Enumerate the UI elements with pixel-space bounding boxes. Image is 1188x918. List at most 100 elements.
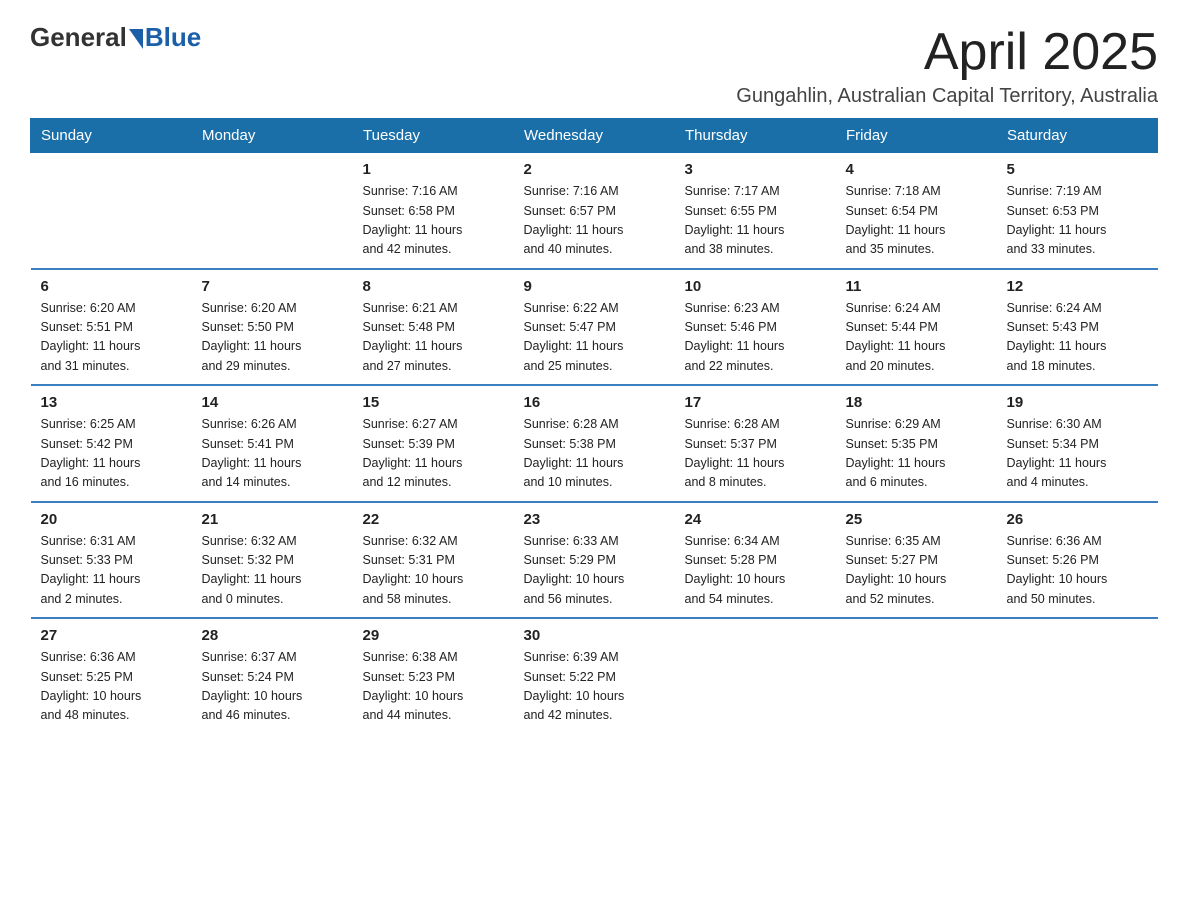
day-number: 16	[524, 394, 665, 411]
day-number: 29	[363, 627, 504, 644]
day-cell	[836, 618, 997, 734]
day-cell: 4 Sunrise: 7:18 AMSunset: 6:54 PMDaylight…	[836, 153, 997, 269]
day-info: Sunrise: 6:24 AMSunset: 5:43 PMDaylight:…	[1007, 299, 1148, 377]
day-info: Sunrise: 6:32 AMSunset: 5:31 PMDaylight:…	[363, 532, 504, 610]
day-cell: 14Sunrise: 6:26 AMSunset: 5:41 PMDayligh…	[192, 385, 353, 502]
day-cell	[192, 153, 353, 269]
week-row-5: 27 Sunrise: 6:36 AMSunset: 5:25 PMDayligh…	[31, 618, 1158, 734]
day-number: 4	[846, 161, 987, 178]
day-cell: 25 Sunrise: 6:35 AMSunset: 5:27 PMDayligh…	[836, 502, 997, 619]
day-info: Sunrise: 6:38 AMSunset: 5:23 PMDaylight:…	[363, 648, 504, 726]
day-info: Sunrise: 6:28 AMSunset: 5:38 PMDaylight:…	[524, 415, 665, 493]
day-cell: 7Sunrise: 6:20 AMSunset: 5:50 PMDaylight…	[192, 269, 353, 386]
day-cell: 3 Sunrise: 7:17 AMSunset: 6:55 PMDaylight…	[675, 153, 836, 269]
title-area: April 2025 Gungahlin, Australian Capital…	[736, 24, 1158, 108]
day-number: 9	[524, 278, 665, 295]
day-cell: 9 Sunrise: 6:22 AMSunset: 5:47 PMDaylight…	[514, 269, 675, 386]
day-info: Sunrise: 7:16 AMSunset: 6:58 PMDaylight:…	[363, 182, 504, 260]
day-cell: 8 Sunrise: 6:21 AMSunset: 5:48 PMDaylight…	[353, 269, 514, 386]
day-info: Sunrise: 6:35 AMSunset: 5:27 PMDaylight:…	[846, 532, 987, 610]
day-number: 7	[202, 278, 343, 295]
calendar-body: 1 Sunrise: 7:16 AMSunset: 6:58 PMDaylight…	[31, 153, 1158, 734]
day-cell: 24 Sunrise: 6:34 AMSunset: 5:28 PMDayligh…	[675, 502, 836, 619]
day-info: Sunrise: 6:34 AMSunset: 5:28 PMDaylight:…	[685, 532, 826, 610]
day-info: Sunrise: 6:28 AMSunset: 5:37 PMDaylight:…	[685, 415, 826, 493]
day-info: Sunrise: 7:16 AMSunset: 6:57 PMDaylight:…	[524, 182, 665, 260]
day-cell: 10 Sunrise: 6:23 AMSunset: 5:46 PMDayligh…	[675, 269, 836, 386]
day-info: Sunrise: 7:17 AMSunset: 6:55 PMDaylight:…	[685, 182, 826, 260]
day-info: Sunrise: 6:24 AMSunset: 5:44 PMDaylight:…	[846, 299, 987, 377]
day-cell: 18 Sunrise: 6:29 AMSunset: 5:35 PMDayligh…	[836, 385, 997, 502]
day-info: Sunrise: 7:19 AMSunset: 6:53 PMDaylight:…	[1007, 182, 1148, 260]
logo-blue-text: Blue	[145, 24, 201, 50]
day-cell: 27 Sunrise: 6:36 AMSunset: 5:25 PMDayligh…	[31, 618, 192, 734]
day-number: 24	[685, 511, 826, 528]
day-info: Sunrise: 6:23 AMSunset: 5:46 PMDaylight:…	[685, 299, 826, 377]
day-cell: 17 Sunrise: 6:28 AMSunset: 5:37 PMDayligh…	[675, 385, 836, 502]
day-cell: 21Sunrise: 6:32 AMSunset: 5:32 PMDayligh…	[192, 502, 353, 619]
day-info: Sunrise: 6:36 AMSunset: 5:26 PMDaylight:…	[1007, 532, 1148, 610]
day-number: 15	[363, 394, 504, 411]
day-number: 22	[363, 511, 504, 528]
logo-arrow-icon	[129, 29, 143, 49]
day-number: 8	[363, 278, 504, 295]
day-number: 10	[685, 278, 826, 295]
day-cell: 30Sunrise: 6:39 AMSunset: 5:22 PMDayligh…	[514, 618, 675, 734]
day-number: 13	[41, 394, 182, 411]
day-info: Sunrise: 6:37 AMSunset: 5:24 PMDaylight:…	[202, 648, 343, 726]
day-number: 18	[846, 394, 987, 411]
day-cell: 26 Sunrise: 6:36 AMSunset: 5:26 PMDayligh…	[997, 502, 1158, 619]
day-number: 25	[846, 511, 987, 528]
day-cell: 2 Sunrise: 7:16 AMSunset: 6:57 PMDaylight…	[514, 153, 675, 269]
day-info: Sunrise: 6:30 AMSunset: 5:34 PMDaylight:…	[1007, 415, 1148, 493]
day-cell	[675, 618, 836, 734]
day-cell: 16 Sunrise: 6:28 AMSunset: 5:38 PMDayligh…	[514, 385, 675, 502]
day-info: Sunrise: 6:33 AMSunset: 5:29 PMDaylight:…	[524, 532, 665, 610]
week-row-1: 1 Sunrise: 7:16 AMSunset: 6:58 PMDaylight…	[31, 153, 1158, 269]
day-info: Sunrise: 6:32 AMSunset: 5:32 PMDaylight:…	[202, 532, 343, 610]
day-number: 5	[1007, 161, 1148, 178]
header-cell-tuesday: Tuesday	[353, 119, 514, 153]
day-info: Sunrise: 6:26 AMSunset: 5:41 PMDaylight:…	[202, 415, 343, 493]
day-number: 17	[685, 394, 826, 411]
header-cell-wednesday: Wednesday	[514, 119, 675, 153]
header-cell-thursday: Thursday	[675, 119, 836, 153]
header-cell-sunday: Sunday	[31, 119, 192, 153]
day-info: Sunrise: 6:31 AMSunset: 5:33 PMDaylight:…	[41, 532, 182, 610]
header-cell-saturday: Saturday	[997, 119, 1158, 153]
day-number: 11	[846, 278, 987, 295]
day-info: Sunrise: 7:18 AMSunset: 6:54 PMDaylight:…	[846, 182, 987, 260]
day-cell: 6Sunrise: 6:20 AMSunset: 5:51 PMDaylight…	[31, 269, 192, 386]
day-cell: 12Sunrise: 6:24 AMSunset: 5:43 PMDayligh…	[997, 269, 1158, 386]
day-cell: 29 Sunrise: 6:38 AMSunset: 5:23 PMDayligh…	[353, 618, 514, 734]
header-cell-monday: Monday	[192, 119, 353, 153]
day-number: 6	[41, 278, 182, 295]
day-cell: 15Sunrise: 6:27 AMSunset: 5:39 PMDayligh…	[353, 385, 514, 502]
day-info: Sunrise: 6:29 AMSunset: 5:35 PMDaylight:…	[846, 415, 987, 493]
subtitle: Gungahlin, Australian Capital Territory,…	[736, 85, 1158, 108]
header-cell-friday: Friday	[836, 119, 997, 153]
day-number: 27	[41, 627, 182, 644]
day-number: 19	[1007, 394, 1148, 411]
day-cell: 11 Sunrise: 6:24 AMSunset: 5:44 PMDayligh…	[836, 269, 997, 386]
page-header: General Blue April 2025 Gungahlin, Austr…	[30, 24, 1158, 108]
day-info: Sunrise: 6:21 AMSunset: 5:48 PMDaylight:…	[363, 299, 504, 377]
day-cell: 28 Sunrise: 6:37 AMSunset: 5:24 PMDayligh…	[192, 618, 353, 734]
day-cell	[31, 153, 192, 269]
day-number: 28	[202, 627, 343, 644]
day-number: 26	[1007, 511, 1148, 528]
day-number: 3	[685, 161, 826, 178]
logo-general-text: General	[30, 24, 127, 50]
day-info: Sunrise: 6:22 AMSunset: 5:47 PMDaylight:…	[524, 299, 665, 377]
week-row-4: 20 Sunrise: 6:31 AMSunset: 5:33 PMDayligh…	[31, 502, 1158, 619]
day-cell: 22 Sunrise: 6:32 AMSunset: 5:31 PMDayligh…	[353, 502, 514, 619]
day-info: Sunrise: 6:36 AMSunset: 5:25 PMDaylight:…	[41, 648, 182, 726]
header-row: SundayMondayTuesdayWednesdayThursdayFrid…	[31, 119, 1158, 153]
day-number: 2	[524, 161, 665, 178]
day-number: 20	[41, 511, 182, 528]
week-row-2: 6Sunrise: 6:20 AMSunset: 5:51 PMDaylight…	[31, 269, 1158, 386]
day-number: 1	[363, 161, 504, 178]
calendar-header: SundayMondayTuesdayWednesdayThursdayFrid…	[31, 119, 1158, 153]
main-title: April 2025	[736, 24, 1158, 81]
day-number: 30	[524, 627, 665, 644]
